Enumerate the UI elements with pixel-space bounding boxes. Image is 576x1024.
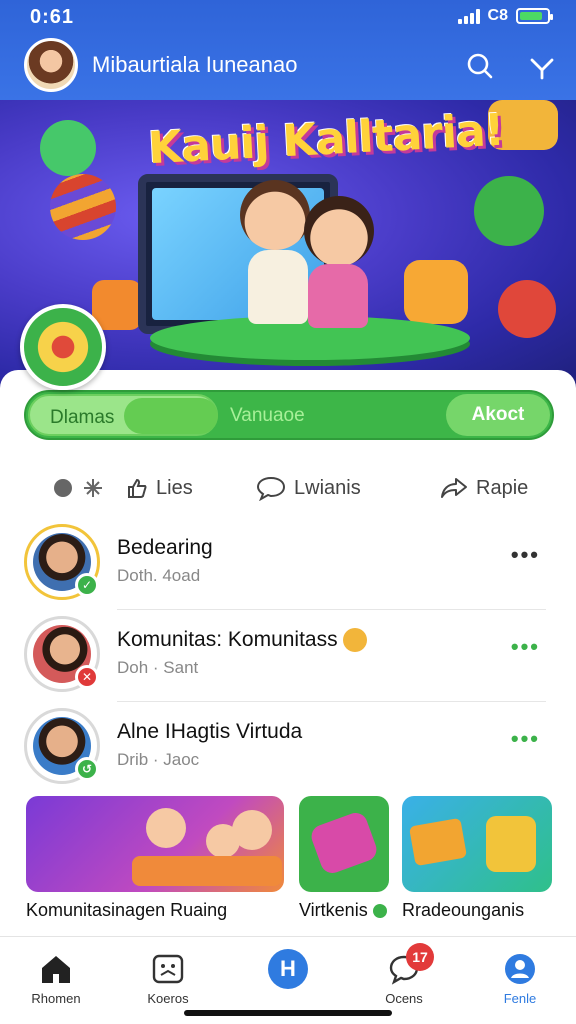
- character-body: [248, 250, 308, 324]
- feed-item-subtitle: Doh · Sant: [117, 658, 199, 677]
- like-icon: [128, 478, 147, 498]
- character-illustration: [232, 810, 272, 850]
- share-button[interactable]: Rapie: [440, 470, 528, 506]
- tile-label: Virtkenis: [299, 900, 387, 921]
- user-avatar[interactable]: ✕: [24, 616, 100, 692]
- sparkle-icon: [84, 479, 102, 497]
- bottom-nav: Rhomen Koeros H 17 Ocens Fenle: [0, 936, 576, 1024]
- character-body: [308, 264, 368, 328]
- comment-label: Lwianis: [294, 476, 361, 499]
- carrier-label: C8: [487, 7, 508, 24]
- nav-item-home[interactable]: Rhomen: [6, 949, 106, 1006]
- notification-badge: 17: [406, 943, 434, 971]
- comment-button[interactable]: Lwianis: [256, 470, 361, 506]
- feed-item[interactable]: ↺ Alne IHagtis Virtuda Drib · Jaoc •••: [0, 704, 576, 794]
- menu-button[interactable]: [524, 48, 560, 84]
- feed-item-title: Komunitas: Komunitass: [117, 628, 368, 653]
- like-button[interactable]: Lies: [52, 470, 193, 506]
- gift-decoration: [92, 280, 142, 330]
- battery-level: [520, 12, 542, 20]
- tiles-row: Komunitasinagen Ruaing Virtkenis Rradeou…: [0, 796, 576, 936]
- verified-icon: [372, 904, 387, 919]
- top-bar: 0:61 C8 Mibaurtiala Iuneanao: [0, 0, 576, 100]
- divider: [117, 609, 546, 610]
- nav-label: Rhomen: [31, 991, 81, 1006]
- status-badge: ↺: [75, 757, 99, 781]
- content-card: Dlamas Vanuaoe Akoct Lies Lwianis Rapie …: [0, 370, 576, 936]
- more-options-icon[interactable]: •••: [511, 544, 540, 566]
- signal-icon: [457, 8, 480, 24]
- nav-label: Ocens: [385, 991, 423, 1006]
- tile-label: Komunitasinagen Ruaing: [26, 900, 228, 920]
- comment-icon: [256, 476, 286, 501]
- home-indicator[interactable]: [184, 1010, 392, 1016]
- icon-decoration: [474, 176, 544, 246]
- user-avatar[interactable]: ✓: [24, 524, 100, 600]
- chevron-down-icon: [530, 58, 554, 80]
- toggle-option-right[interactable]: Akoct: [446, 394, 550, 436]
- card-illustration: [408, 817, 468, 867]
- status-badge: ✕: [75, 665, 99, 689]
- search-button[interactable]: [462, 48, 498, 84]
- mode-toggle[interactable]: Dlamas Vanuaoe Akoct: [24, 390, 554, 440]
- game-badge-icon[interactable]: [20, 304, 106, 390]
- tile-image[interactable]: [299, 796, 389, 892]
- feed-item-subtitle: Drib · Jaoc: [117, 750, 200, 769]
- robot-illustration: [486, 816, 536, 872]
- character-boy: [240, 180, 310, 250]
- toggle-left-label: Dlamas: [50, 407, 115, 428]
- tile-image[interactable]: [402, 796, 552, 892]
- center-h-icon: H: [268, 949, 308, 989]
- share-label: Rapie: [476, 476, 529, 499]
- reaction-icon: [54, 479, 72, 497]
- emoji-icon: [343, 628, 368, 653]
- status-badge: ✓: [75, 573, 99, 597]
- tile-label: Rradeounganis: [402, 900, 525, 920]
- character-illustration: [146, 808, 186, 848]
- toggle-middle-label[interactable]: Vanuaoe: [230, 405, 305, 427]
- toggle-option-left[interactable]: Dlamas: [28, 394, 218, 436]
- action-bar: Lies Lwianis Rapie: [0, 470, 576, 506]
- toggle-knob[interactable]: [124, 398, 218, 434]
- header-title: Mibaurtiala Iuneanao: [92, 52, 298, 77]
- status-time: 0:61: [30, 6, 75, 28]
- feed-item[interactable]: ✓ Bedearing Doth. 4oad •••: [0, 520, 576, 610]
- feed-item-title: Bedearing: [117, 536, 213, 559]
- profile-icon: [505, 954, 535, 984]
- home-icon: [42, 956, 70, 983]
- nav-item-profile[interactable]: Fenle: [470, 949, 570, 1006]
- like-label: Lies: [156, 476, 193, 499]
- nav-label: Fenle: [503, 991, 537, 1006]
- tile-image[interactable]: [26, 796, 284, 892]
- star-decoration: [40, 120, 96, 176]
- feed-item-title: Alne IHagtis Virtuda: [117, 720, 303, 743]
- coin-decoration: [498, 280, 556, 338]
- box-decoration: [404, 260, 468, 324]
- nav-item-center[interactable]: H: [238, 949, 338, 991]
- character-girl: [304, 196, 374, 266]
- pencil-icon: [308, 809, 380, 877]
- share-icon: [441, 478, 467, 498]
- game-icon: [152, 954, 184, 984]
- divider: [117, 701, 546, 702]
- nav-label: Koeros: [147, 991, 189, 1006]
- more-options-icon[interactable]: •••: [511, 728, 540, 750]
- app-header: Mibaurtiala Iuneanao: [0, 34, 576, 100]
- search-icon: [467, 53, 493, 79]
- hero-title: Kauij Kalltaria!: [146, 104, 505, 175]
- nav-item-games[interactable]: Koeros: [118, 949, 218, 1006]
- profile-avatar[interactable]: [24, 38, 78, 92]
- nav-item-chats[interactable]: 17 Ocens: [354, 943, 454, 1006]
- table-illustration: [132, 856, 282, 886]
- ball-decoration: [50, 174, 116, 240]
- feed-item[interactable]: ✕ Komunitas: Komunitass Doh · Sant •••: [0, 612, 576, 702]
- status-bar: 0:61 C8: [0, 0, 576, 34]
- battery-icon: [516, 8, 553, 24]
- more-options-icon[interactable]: •••: [511, 636, 540, 658]
- feed-item-subtitle: Doth. 4oad: [117, 566, 201, 585]
- user-avatar[interactable]: ↺: [24, 708, 100, 784]
